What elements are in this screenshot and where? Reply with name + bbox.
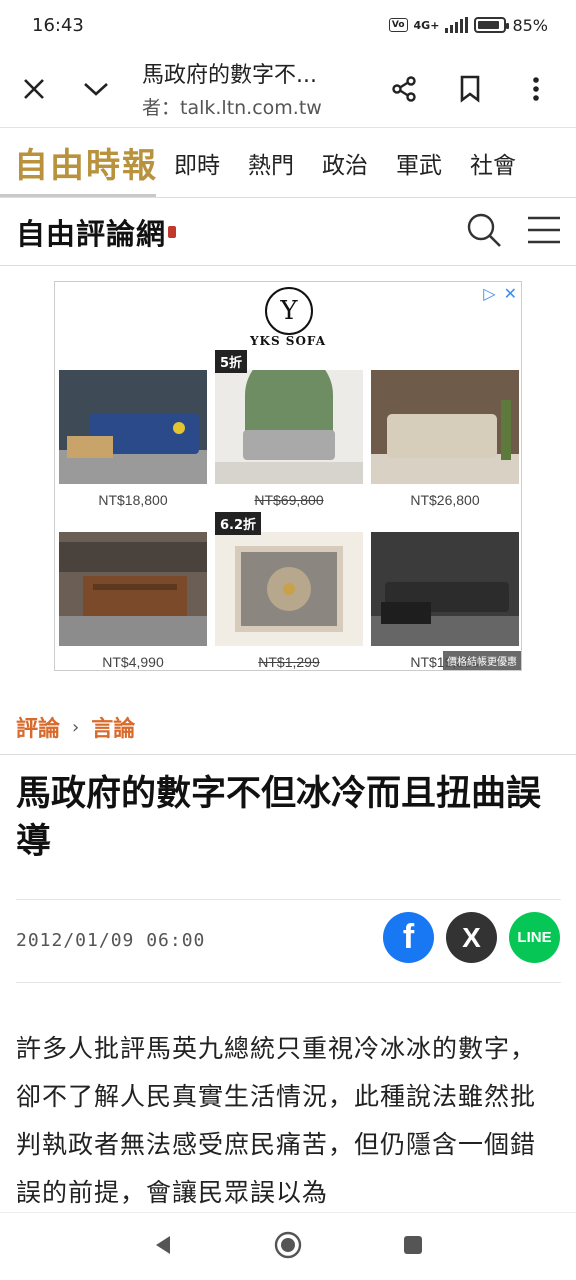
page-title-block[interactable]: 馬政府的數字不... 者：talk.ltn.com.tw bbox=[116, 57, 384, 120]
status-time: 16:43 bbox=[32, 14, 84, 36]
ad-product[interactable]: NT$19,800 bbox=[371, 532, 519, 670]
nav-item-politics[interactable]: 政治 bbox=[308, 146, 382, 180]
adchoices-icon[interactable]: ▷ bbox=[483, 284, 495, 303]
logo-underline bbox=[0, 194, 156, 197]
menu-icon[interactable] bbox=[526, 215, 562, 249]
sofa-image bbox=[215, 351, 363, 484]
nav-item-realtime[interactable]: 即時 bbox=[160, 146, 234, 180]
page-url: 者：talk.ltn.com.tw bbox=[142, 97, 322, 119]
nav-item-military[interactable]: 軍武 bbox=[382, 146, 456, 180]
divider bbox=[16, 899, 561, 900]
line-share-icon[interactable]: LINE bbox=[509, 912, 560, 963]
status-bar: 16:43 Vo 4G+ 85% bbox=[0, 0, 576, 50]
facebook-share-icon[interactable]: f bbox=[383, 912, 434, 963]
ad-price: NT$18,800 bbox=[98, 492, 168, 508]
discount-badge: 5折 bbox=[215, 350, 248, 373]
article-title: 馬政府的數字不但冰冷而且扭曲誤導 bbox=[16, 774, 542, 862]
ad-banner[interactable]: Y YKS SOFA ▷ ✕ NT$18,800 5折 NT$69,800 NT… bbox=[54, 281, 522, 671]
network-label: 4G+ bbox=[413, 18, 440, 32]
discount-badge: 6.2折 bbox=[215, 512, 262, 535]
chevron-right-icon: › bbox=[72, 716, 80, 738]
ad-product[interactable]: NT$26,800 bbox=[371, 370, 519, 508]
ad-brand-logo: Y bbox=[265, 287, 313, 335]
divider bbox=[0, 754, 576, 755]
ad-product[interactable]: NT$4,990 bbox=[59, 532, 207, 670]
ad-price: NT$69,800 bbox=[254, 492, 324, 508]
recents-icon[interactable] bbox=[402, 1234, 424, 1260]
ad-brand-name: YKS SOFA bbox=[249, 334, 327, 348]
home-icon[interactable] bbox=[274, 1231, 302, 1263]
signal-icon bbox=[445, 17, 469, 33]
page-title: 馬政府的數字不... bbox=[142, 63, 317, 88]
back-icon[interactable] bbox=[152, 1233, 174, 1261]
battery-icon bbox=[474, 17, 510, 33]
wall-art-image bbox=[215, 532, 363, 646]
ad-product[interactable]: 6.2折 NT$1,299 bbox=[215, 512, 363, 670]
article-body: 許多人批評馬英九總統只重視冷冰冰的數字，卻不了解人民真實生活情況，此種說法雖然批… bbox=[16, 1034, 537, 1207]
ad-price: NT$26,800 bbox=[410, 492, 480, 508]
ad-note: 價格結帳更優惠 bbox=[443, 651, 521, 670]
opinion-logo-text: 自由評論網 bbox=[16, 216, 167, 251]
breadcrumb-subsection[interactable]: 言論 bbox=[91, 711, 135, 743]
breadcrumb: 評論 › 言論 bbox=[16, 711, 135, 743]
share-icon[interactable] bbox=[384, 69, 424, 109]
ad-product[interactable]: NT$18,800 bbox=[59, 370, 207, 508]
sofa-image bbox=[371, 370, 519, 484]
breadcrumb-section[interactable]: 評論 bbox=[16, 711, 60, 743]
nav-item-society[interactable]: 社會 bbox=[456, 146, 530, 180]
table-image bbox=[59, 532, 207, 646]
divider bbox=[16, 982, 561, 983]
ad-choices[interactable]: ▷ ✕ bbox=[483, 284, 517, 303]
status-icons: Vo 4G+ 85% bbox=[388, 15, 548, 35]
ad-product[interactable]: 5折 NT$69,800 bbox=[215, 350, 363, 508]
more-vert-icon[interactable] bbox=[516, 69, 556, 109]
site-nav: 自由時報 即時 熱門 政治 軍武 社會 bbox=[0, 128, 576, 198]
site-logo[interactable]: 自由時報 bbox=[0, 138, 160, 187]
ad-price: NT$4,990 bbox=[102, 654, 164, 670]
opinion-header: 自由評論網 bbox=[0, 198, 576, 266]
chevron-down-icon[interactable] bbox=[76, 69, 116, 109]
volte-icon: Vo bbox=[388, 18, 408, 32]
sofa-image bbox=[59, 370, 207, 484]
battery-label: 85% bbox=[512, 15, 548, 35]
ad-close-icon[interactable]: ✕ bbox=[504, 284, 517, 303]
ad-price: NT$1,299 bbox=[258, 654, 320, 670]
browser-toolbar: 馬政府的數字不... 者：talk.ltn.com.tw bbox=[0, 50, 576, 128]
system-nav-bar bbox=[0, 1212, 576, 1280]
opinion-logo[interactable]: 自由評論網 bbox=[16, 211, 177, 253]
nav-item-popular[interactable]: 熱門 bbox=[234, 146, 308, 180]
sofa-image bbox=[371, 532, 519, 646]
article-date: 2012/01/09 06:00 bbox=[16, 930, 206, 951]
share-buttons: f X LINE bbox=[383, 912, 560, 963]
search-icon[interactable] bbox=[466, 212, 502, 252]
close-icon[interactable] bbox=[14, 69, 54, 109]
speaker-icon bbox=[168, 225, 177, 238]
nav-items: 即時 熱門 政治 軍武 社會 bbox=[160, 146, 530, 180]
bookmark-icon[interactable] bbox=[450, 69, 490, 109]
x-share-icon[interactable]: X bbox=[446, 912, 497, 963]
